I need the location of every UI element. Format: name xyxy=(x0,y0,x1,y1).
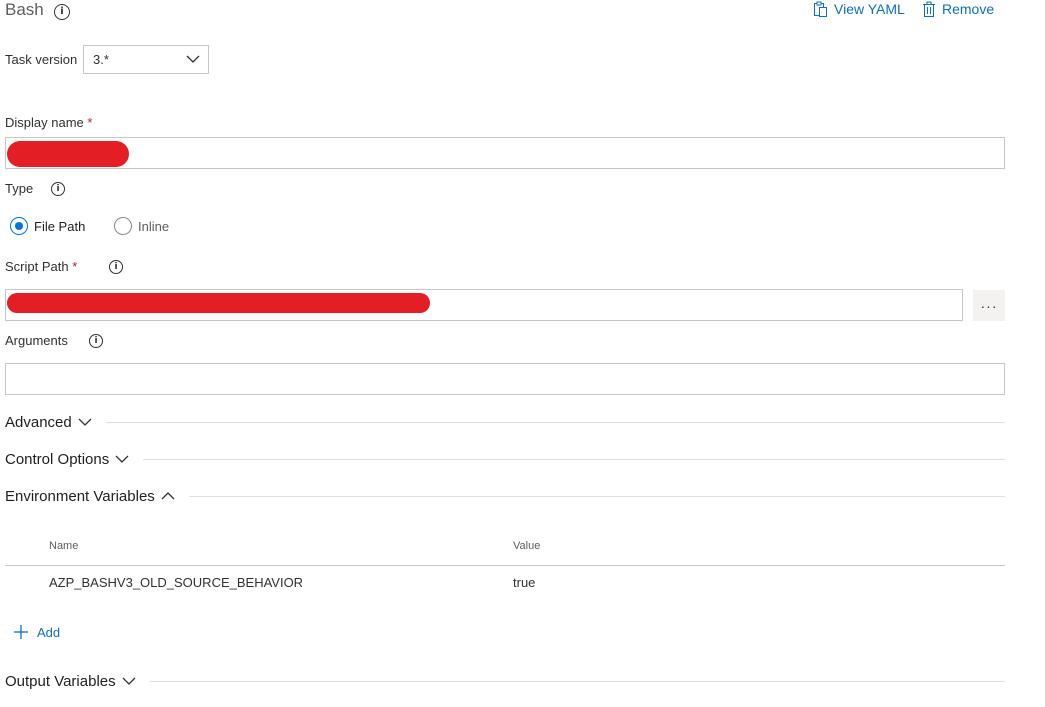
table-row[interactable]: AZP_BASHV3_OLD_SOURCE_BEHAVIOR true xyxy=(5,566,1005,600)
environment-variables-section: Environment Variables xyxy=(5,485,1005,507)
task-title: Bash xyxy=(5,0,44,19)
control-options-label: Control Options xyxy=(5,450,110,468)
arguments-label: Arguments xyxy=(5,333,68,348)
radio-file-path[interactable]: File Path xyxy=(10,217,85,235)
chevron-up-icon xyxy=(161,492,175,500)
environment-variables-label: Environment Variables xyxy=(5,487,155,505)
section-divider xyxy=(143,458,1005,460)
advanced-label: Advanced xyxy=(5,413,72,431)
remove-label: Remove xyxy=(942,1,995,17)
environment-variables-toggle[interactable]: Environment Variables xyxy=(5,488,175,505)
chevron-down-icon xyxy=(186,55,200,63)
radio-inline[interactable]: Inline xyxy=(114,217,169,235)
chevron-down-icon xyxy=(78,418,92,426)
section-divider xyxy=(149,680,1005,682)
task-version-label: Task version xyxy=(5,52,78,67)
redaction-mark xyxy=(7,293,430,313)
arguments-info-icon[interactable]: i xyxy=(89,334,103,348)
remove-button[interactable]: Remove xyxy=(922,0,994,18)
task-version-dropdown[interactable]: 3.* xyxy=(83,45,209,74)
redaction-mark xyxy=(7,141,129,167)
display-name-label: Display name * xyxy=(5,114,92,132)
section-divider xyxy=(105,421,1005,423)
required-mark: * xyxy=(87,115,93,130)
display-name-input[interactable] xyxy=(5,137,1005,169)
view-yaml-label: View YAML xyxy=(834,1,905,17)
more-icon: ··· xyxy=(980,297,998,314)
column-header-name: Name xyxy=(49,540,79,552)
output-variables-section: Output Variables xyxy=(5,670,1005,692)
radio-selected-icon xyxy=(10,217,28,235)
radio-unselected-icon xyxy=(114,217,132,235)
output-variables-label: Output Variables xyxy=(5,672,116,690)
plus-icon xyxy=(14,625,28,639)
arguments-input[interactable] xyxy=(5,363,1005,395)
script-path-label-text: Script Path xyxy=(5,259,69,274)
trash-icon xyxy=(923,1,935,17)
title-info-icon[interactable]: i xyxy=(54,4,70,20)
radio-inline-label: Inline xyxy=(138,218,170,234)
chevron-down-icon xyxy=(122,677,136,685)
type-info-icon[interactable]: i xyxy=(51,182,65,196)
add-variable-button[interactable]: Add xyxy=(13,624,60,640)
browse-button[interactable]: ··· xyxy=(973,290,1005,321)
type-label: Type xyxy=(5,181,34,196)
script-path-info-icon[interactable]: i xyxy=(109,260,123,274)
required-mark: * xyxy=(72,259,78,274)
task-version-value: 3.* xyxy=(93,52,109,67)
section-divider xyxy=(188,495,1005,497)
advanced-toggle[interactable]: Advanced xyxy=(5,414,92,431)
display-name-label-text: Display name xyxy=(5,115,84,130)
control-options-section: Control Options xyxy=(5,448,1005,470)
radio-file-path-label: File Path xyxy=(34,218,86,234)
output-variables-toggle[interactable]: Output Variables xyxy=(5,673,136,690)
control-options-toggle[interactable]: Control Options xyxy=(5,451,129,468)
clipboard-icon xyxy=(814,1,827,17)
advanced-section: Advanced xyxy=(5,411,1005,433)
add-label: Add xyxy=(37,624,61,640)
env-var-value[interactable]: true xyxy=(513,575,535,590)
env-var-name[interactable]: AZP_BASHV3_OLD_SOURCE_BEHAVIOR xyxy=(49,575,303,590)
column-header-value: Value xyxy=(513,540,541,552)
script-path-label: Script Path * xyxy=(5,258,77,276)
view-yaml-button[interactable]: View YAML xyxy=(812,0,905,18)
chevron-down-icon xyxy=(115,455,129,463)
